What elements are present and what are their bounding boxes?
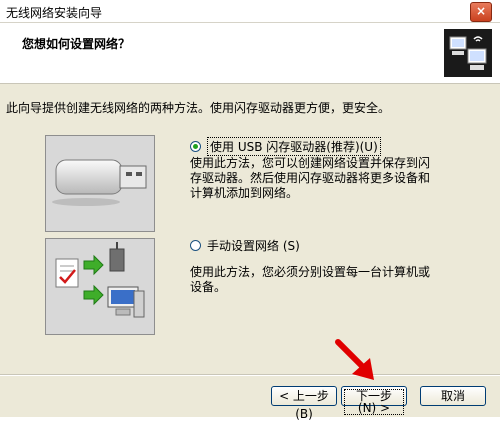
close-button[interactable]: × <box>470 2 492 22</box>
intro-text: 此向导提供创建无线网络的两种方法。使用闪存驱动器更方便，更安全。 <box>6 101 391 115</box>
usb-option-image <box>45 135 155 232</box>
wizard-body: 此向导提供创建无线网络的两种方法。使用闪存驱动器更方便，更安全。 使用 USB … <box>0 84 500 374</box>
option-usb-label[interactable]: 使用 USB 闪存驱动器(推荐)(U) <box>207 137 381 156</box>
option-manual-description: 使用此方法，您必须分别设置每一台计算机或设备。 <box>190 265 431 294</box>
page-title: 您想如何设置网络？ <box>22 37 131 51</box>
title-bar: 无线网络安装向导 × <box>0 0 500 23</box>
wireless-computers-icon <box>444 29 492 77</box>
usb-flash-drive-icon <box>52 159 147 206</box>
manual-option-image <box>45 238 155 335</box>
footer-divider <box>0 374 500 376</box>
back-button[interactable]: < 上一步 (B) <box>271 386 337 421</box>
next-button[interactable]: 下一步 (N) > <box>341 386 407 415</box>
cancel-button[interactable]: 取消 <box>420 386 486 406</box>
window-title: 无线网络安装向导 <box>6 6 103 20</box>
radio-usb[interactable] <box>190 141 201 152</box>
wizard-window: 无线网络安装向导 × 您想如何设置网络？ 此向导提供创建无线网络的两种方法。使用… <box>0 0 500 421</box>
radio-manual[interactable] <box>190 240 201 251</box>
red-arrow-annotation <box>335 339 374 380</box>
wizard-header: 您想如何设置网络？ <box>0 23 500 84</box>
next-button-label[interactable]: 下一步 (N) > <box>344 389 404 415</box>
option-usb[interactable]: 使用 USB 闪存驱动器(推荐)(U) <box>190 137 381 156</box>
option-manual-label[interactable]: 手动设置网络 (S) <box>207 237 300 254</box>
option-usb-description: 使用此方法，您可以创建网络设置并保存到闪存驱动器。然后使用闪存驱动器将更多设备和… <box>190 156 431 200</box>
manual-network-setup-icon <box>55 242 145 318</box>
option-manual[interactable]: 手动设置网络 (S) <box>190 237 300 254</box>
